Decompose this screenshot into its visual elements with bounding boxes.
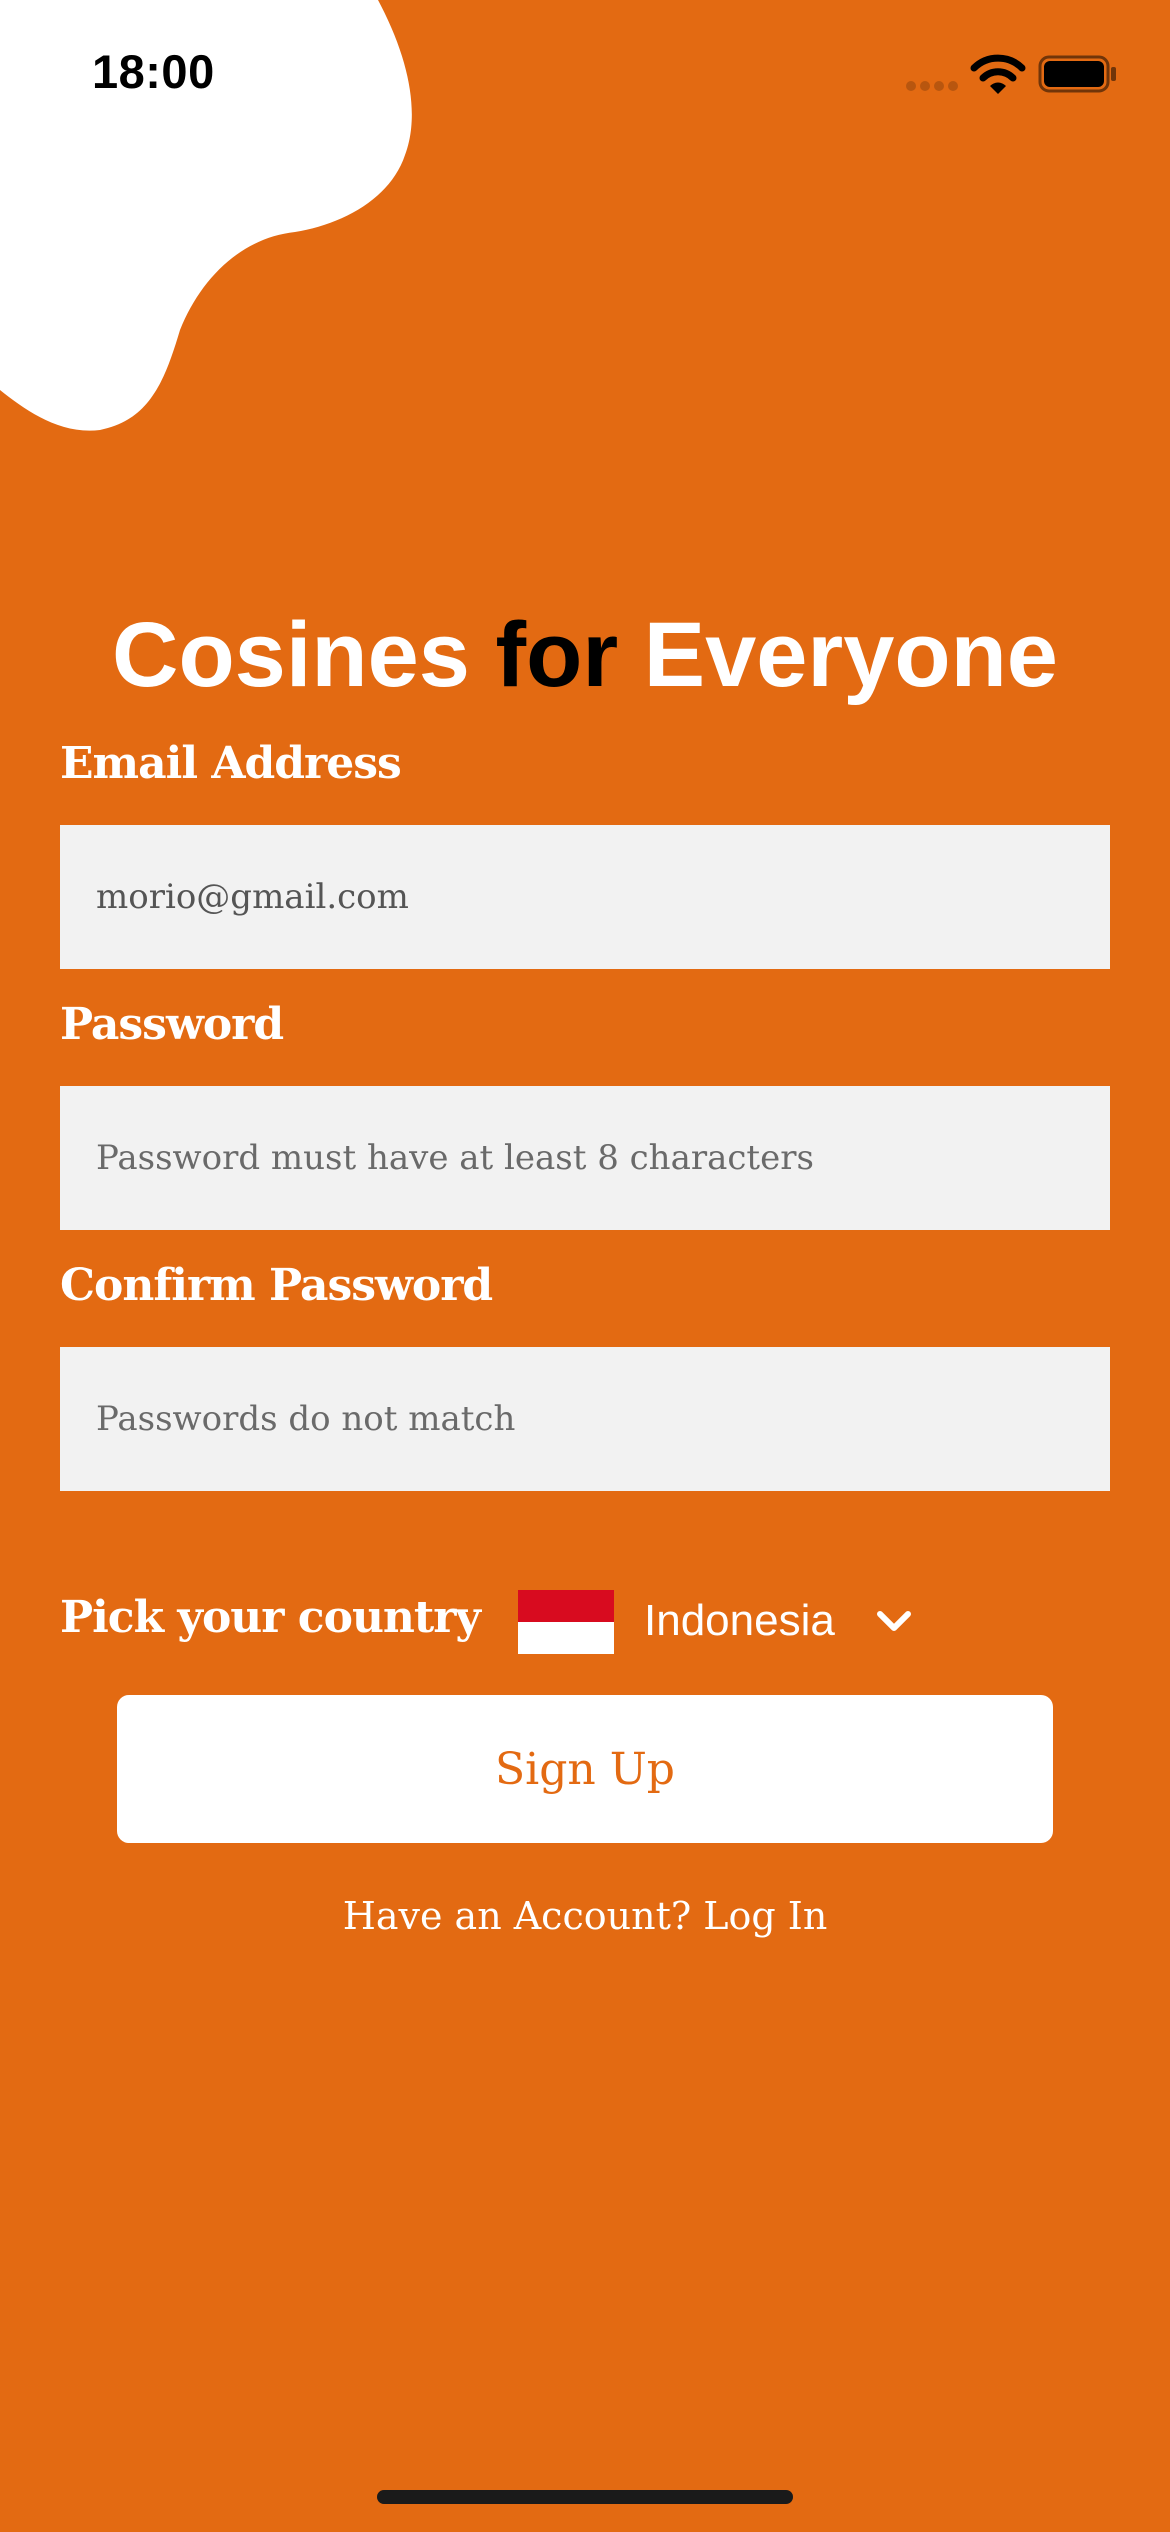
email-label: Email Address <box>60 738 402 789</box>
confirm-password-field[interactable] <box>60 1347 1110 1491</box>
title-part-for: for <box>495 604 619 706</box>
password-label: Password <box>60 999 284 1050</box>
sign-up-button[interactable]: Sign Up <box>117 1695 1053 1843</box>
password-field-container <box>60 1086 1110 1230</box>
email-field[interactable] <box>60 825 1110 969</box>
page-title: Cosines for Everyone <box>0 600 1170 710</box>
title-part-cosines: Cosines <box>112 604 496 706</box>
decorative-blob <box>0 0 412 431</box>
cellular-signal-icon <box>906 81 958 91</box>
confirm-password-field-container <box>60 1347 1110 1491</box>
wifi-icon <box>970 54 1026 94</box>
home-indicator <box>377 2490 793 2504</box>
battery-icon <box>1038 55 1116 93</box>
chevron-down-icon <box>877 1611 911 1631</box>
password-field[interactable] <box>60 1086 1110 1230</box>
title-part-everyone: Everyone <box>618 604 1058 706</box>
login-link[interactable]: Have an Account? Log In <box>0 1894 1170 1938</box>
country-picker[interactable]: Indonesia <box>518 1590 918 1656</box>
email-field-container <box>60 825 1110 969</box>
status-time: 18:00 <box>92 45 215 98</box>
indonesia-flag-icon <box>518 1590 614 1654</box>
country-selected: Indonesia <box>644 1596 835 1645</box>
country-label: Pick your country <box>60 1592 481 1643</box>
confirm-password-label: Confirm Password <box>60 1260 493 1311</box>
